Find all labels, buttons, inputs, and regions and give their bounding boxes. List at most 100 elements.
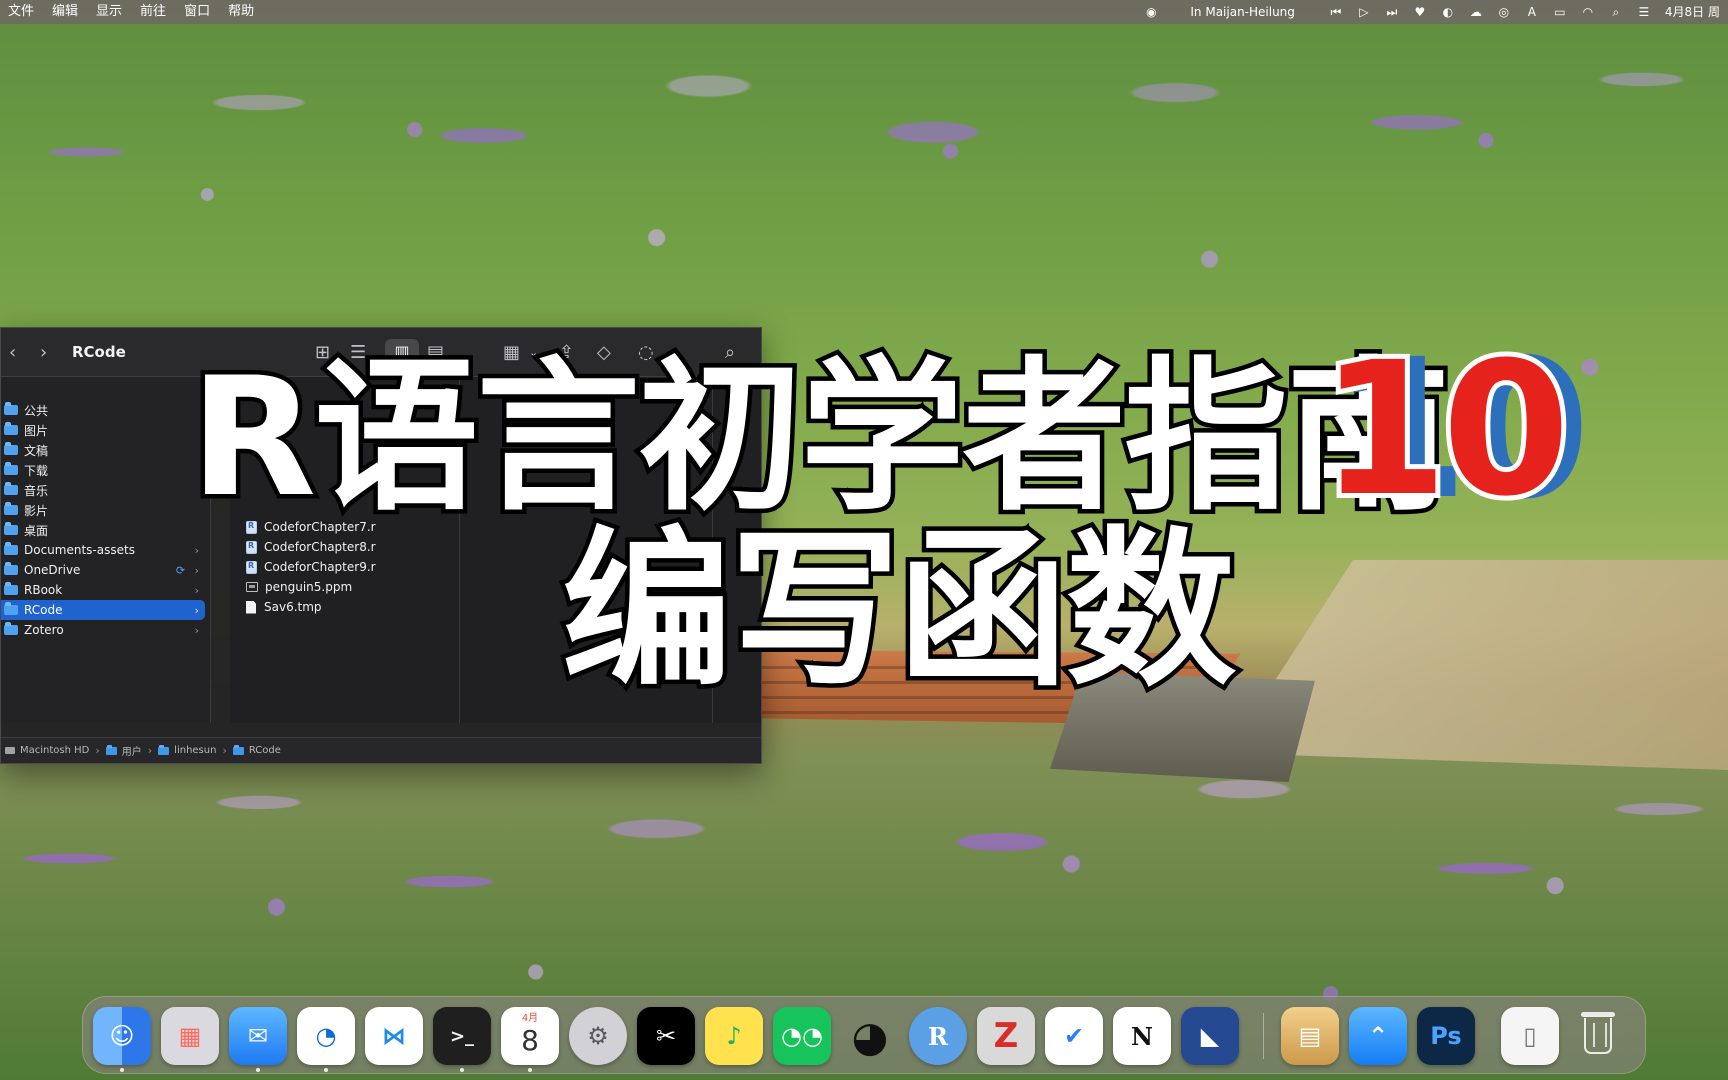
edge-icon[interactable]: ◔ bbox=[297, 1007, 355, 1065]
sidebar-item-label: Zotero bbox=[24, 623, 64, 637]
group-chevron-icon[interactable]: ⌄ bbox=[529, 328, 538, 377]
keyboard-icon[interactable]: A bbox=[1525, 0, 1539, 24]
overlay-number: 10 bbox=[1315, 323, 1575, 537]
path-separator: › bbox=[147, 744, 153, 757]
path-linhesun[interactable]: linhesun bbox=[158, 744, 217, 756]
more-chevron-icon[interactable]: ⌄ bbox=[662, 328, 671, 377]
file-item[interactable]: CodeforChapter7.r bbox=[246, 517, 376, 537]
file-item[interactable]: Sav6.tmp bbox=[246, 597, 322, 617]
play-icon[interactable]: ▷ bbox=[1357, 0, 1371, 24]
control-center-icon[interactable]: ☰ bbox=[1637, 0, 1651, 24]
path-label: linhesun bbox=[174, 745, 217, 756]
r-app-icon[interactable]: R bbox=[909, 1007, 967, 1065]
app-store-icon[interactable]: ⌃ bbox=[1349, 1007, 1407, 1065]
notion-icon[interactable]: N bbox=[1113, 1007, 1171, 1065]
file-column[interactable]: CodeforChapter7.r CodeforChapter8.r Code… bbox=[230, 377, 460, 723]
document-icon[interactable]: ▯ bbox=[1501, 1007, 1559, 1065]
gallery-view-icon[interactable]: ▤ bbox=[427, 328, 444, 377]
more-icon[interactable]: ◌ bbox=[638, 328, 654, 377]
capcut-icon[interactable]: ✂ bbox=[637, 1007, 695, 1065]
finder-window[interactable]: ‹ › RCode ⊞ ☰ ▥ ▤ ▦ ⌄ ⇪ ◇ ◌ ⌄ ⌕ 公共 图片 文稿… bbox=[0, 327, 762, 764]
sidebar-item-zotero[interactable]: Zotero › bbox=[1, 620, 205, 640]
share-icon[interactable]: ⇪ bbox=[559, 328, 574, 377]
mail-icon[interactable]: ✉ bbox=[229, 1007, 287, 1065]
search-icon[interactable]: ⌕ bbox=[725, 328, 735, 377]
folder-stack-icon[interactable]: ▤ bbox=[1281, 1007, 1339, 1065]
bench-slat bbox=[733, 681, 1215, 684]
list-view-icon[interactable]: ☰ bbox=[350, 328, 366, 377]
sidebar-item-documents-assets[interactable]: Documents-assets › bbox=[1, 540, 205, 560]
forward-icon[interactable]: › bbox=[40, 328, 47, 377]
finder-icon[interactable]: ☺ bbox=[93, 1007, 151, 1065]
file-item[interactable]: CodeforChapter8.r bbox=[246, 537, 376, 557]
path-rcode[interactable]: RCode bbox=[232, 744, 281, 756]
folder-icon bbox=[4, 522, 18, 535]
menu-left: 文件 编辑 显示 前往 窗口 帮助 bbox=[8, 0, 254, 24]
wifi-icon[interactable]: ◠ bbox=[1581, 0, 1595, 24]
path-users[interactable]: 用户 bbox=[105, 743, 142, 758]
record-icon[interactable]: ◉ bbox=[1144, 0, 1158, 24]
preview-column[interactable] bbox=[460, 377, 713, 723]
sidebar-item-onedrive[interactable]: OneDrive ⟳ › bbox=[1, 560, 205, 580]
running-indicator bbox=[324, 1068, 328, 1072]
sidebar-item-rcode[interactable]: RCode › bbox=[1, 600, 205, 620]
cat-icon[interactable]: ◣ bbox=[1181, 1007, 1239, 1065]
folder-icon bbox=[105, 744, 117, 755]
tag-icon[interactable]: ◇ bbox=[597, 328, 611, 377]
sidebar-item-movies[interactable]: 影片 bbox=[1, 500, 205, 520]
file-item[interactable]: CodeforChapter9.r bbox=[246, 557, 376, 577]
group-icon[interactable]: ▦ bbox=[503, 328, 520, 377]
terminal-icon[interactable]: >_ bbox=[433, 1007, 491, 1065]
launchpad-icon[interactable]: ▦ bbox=[161, 1007, 219, 1065]
r-app-label: R bbox=[928, 1021, 948, 1051]
folder-icon bbox=[4, 482, 18, 495]
back-icon[interactable]: ‹ bbox=[9, 328, 16, 377]
qq-icon[interactable]: ◕ bbox=[841, 1007, 899, 1065]
column-view-icon[interactable]: ▥ bbox=[385, 339, 419, 365]
search-icon[interactable]: ⌕ bbox=[1609, 0, 1623, 24]
now-playing-text[interactable]: In Maijan-Heilung bbox=[1190, 0, 1295, 24]
file-item[interactable]: penguin5.ppm bbox=[246, 577, 352, 597]
calendar-month: 4月 bbox=[521, 1013, 539, 1024]
menu-file[interactable]: 文件 bbox=[8, 0, 34, 24]
sidebar-item-desktop[interactable]: 桌面 bbox=[1, 520, 205, 540]
menu-window[interactable]: 窗口 bbox=[184, 0, 210, 24]
trash-shape bbox=[1581, 1012, 1615, 1054]
settings-icon[interactable]: ⚙ bbox=[569, 1007, 627, 1065]
menu-edit[interactable]: 编辑 bbox=[52, 0, 78, 24]
zotero-icon[interactable]: Z bbox=[977, 1007, 1035, 1065]
icon-view-icon[interactable]: ⊞ bbox=[315, 328, 330, 377]
music-note-icon[interactable]: ♪ bbox=[705, 1007, 763, 1065]
menu-go[interactable]: 前往 bbox=[140, 0, 166, 24]
sidebar-item-public[interactable]: 公共 bbox=[1, 400, 205, 420]
account-icon[interactable]: ◐ bbox=[1441, 0, 1455, 24]
notion-label: N bbox=[1131, 1021, 1153, 1051]
vscode-icon[interactable]: ⋈ bbox=[365, 1007, 423, 1065]
sidebar-item-pictures[interactable]: 图片 bbox=[1, 420, 205, 440]
next-icon[interactable]: ⏭ bbox=[1385, 0, 1399, 24]
path-macintosh-hd[interactable]: Macintosh HD bbox=[5, 745, 89, 756]
sidebar-right: ⟳ › bbox=[176, 564, 199, 577]
battery-icon[interactable]: ▭ bbox=[1553, 0, 1567, 24]
cloud-icon[interactable]: ☁ bbox=[1469, 0, 1483, 24]
bench-slat bbox=[733, 696, 1215, 699]
calendar-icon[interactable]: 4月 8 bbox=[501, 1007, 559, 1065]
heart-icon[interactable]: ♥ bbox=[1413, 0, 1427, 24]
empty-column[interactable] bbox=[713, 377, 761, 723]
folder-icon bbox=[4, 542, 18, 555]
stone-path bbox=[1228, 560, 1728, 770]
glasses-icon[interactable]: ◎ bbox=[1497, 0, 1511, 24]
photoshop-icon[interactable]: Ps bbox=[1417, 1007, 1475, 1065]
menu-view[interactable]: 显示 bbox=[96, 0, 122, 24]
wechat-icon[interactable]: ◔◔ bbox=[773, 1007, 831, 1065]
menu-help[interactable]: 帮助 bbox=[228, 0, 254, 24]
trash-icon[interactable] bbox=[1569, 1007, 1627, 1065]
sidebar-item-music[interactable]: 音乐 bbox=[1, 480, 205, 500]
date-text[interactable]: 4月8日 周 bbox=[1665, 0, 1720, 24]
tasks-icon[interactable]: ✔ bbox=[1045, 1007, 1103, 1065]
previous-icon[interactable]: ⏮ bbox=[1329, 0, 1343, 24]
sidebar-item-documents[interactable]: 文稿 bbox=[1, 440, 205, 460]
sidebar-item-downloads[interactable]: 下载 bbox=[1, 460, 205, 480]
running-indicator bbox=[256, 1068, 260, 1072]
sidebar-item-rbook[interactable]: RBook › bbox=[1, 580, 205, 600]
